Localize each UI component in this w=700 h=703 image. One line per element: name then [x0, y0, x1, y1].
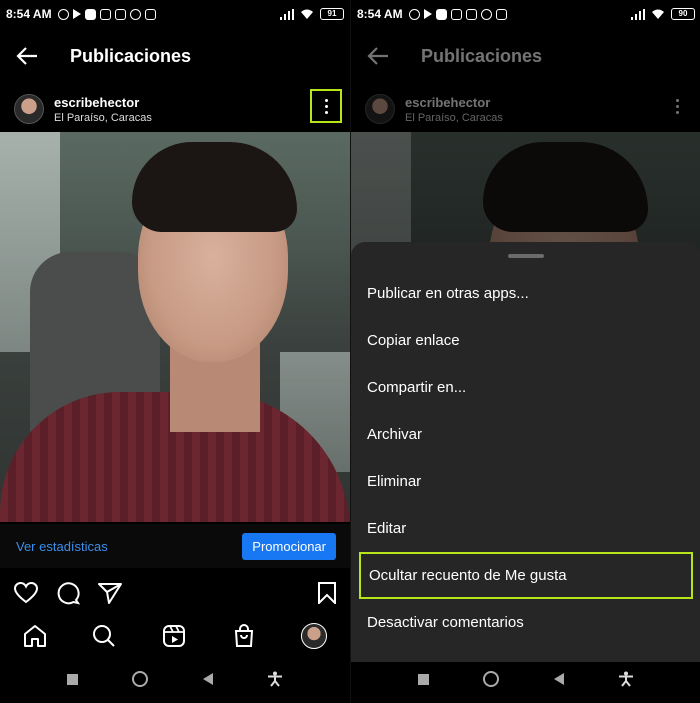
- upload-icon: [84, 8, 96, 20]
- system-nav-bar: [351, 662, 700, 696]
- username: escribehector: [405, 94, 491, 110]
- instagram-icon: [114, 8, 126, 20]
- top-bar: Publicaciones: [0, 34, 350, 78]
- like-heart-icon[interactable]: [14, 582, 38, 604]
- android-icon: [99, 8, 111, 20]
- page-title: Publicaciones: [70, 45, 192, 66]
- menu-item-edit[interactable]: Editar: [351, 505, 700, 552]
- accessibility-icon[interactable]: [618, 671, 634, 687]
- more-options-icon: [661, 89, 693, 123]
- accessibility-icon[interactable]: [267, 671, 283, 687]
- shop-bag-icon[interactable]: [232, 624, 256, 648]
- home-icon[interactable]: [23, 624, 47, 648]
- android-icon: [450, 8, 462, 20]
- post-header: escribehector El Paraíso, Caracas: [0, 88, 350, 130]
- screen-icon: [144, 8, 156, 20]
- status-bar: 8:54 AM 90: [351, 0, 700, 28]
- wifi-icon: [652, 9, 664, 19]
- avatar[interactable]: [14, 94, 44, 124]
- username[interactable]: escribehector: [54, 95, 152, 110]
- menu-item-share-to[interactable]: Compartir en...: [351, 364, 700, 411]
- reels-icon[interactable]: [162, 624, 186, 648]
- post-screen: 8:54 AM 91 Publicaciones escribehector E…: [0, 0, 350, 703]
- battery-icon: 90: [671, 8, 695, 20]
- post-header: escribehector El Paraíso, Caracas: [351, 88, 700, 130]
- recents-button[interactable]: [67, 673, 79, 685]
- menu-item-turn-off-comments[interactable]: Desactivar comentarios: [351, 599, 700, 646]
- bookmark-icon[interactable]: [318, 582, 336, 604]
- insights-bar: Ver estadísticas Promocionar: [0, 524, 350, 568]
- menu-item-copy-link[interactable]: Copiar enlace: [351, 317, 700, 364]
- menu-item-hide-like-count[interactable]: Ocultar recuento de Me gusta: [359, 552, 693, 599]
- promote-button[interactable]: Promocionar: [242, 532, 336, 560]
- bottom-tab-bar: [0, 616, 350, 656]
- post-photo[interactable]: [0, 132, 350, 522]
- recents-button[interactable]: [418, 673, 430, 685]
- menu-item-delete[interactable]: Eliminar: [351, 458, 700, 505]
- profile-tab-avatar[interactable]: [301, 623, 328, 649]
- location[interactable]: El Paraíso, Caracas: [54, 112, 152, 124]
- play-store-icon: [423, 9, 432, 19]
- search-icon[interactable]: [92, 624, 116, 648]
- more-options-icon[interactable]: [310, 89, 342, 123]
- options-menu: Publicar en otras apps... Copiar enlace …: [351, 270, 700, 646]
- view-insights-link[interactable]: Ver estadísticas: [16, 539, 108, 554]
- battery-icon: 91: [320, 8, 344, 20]
- home-button[interactable]: [483, 671, 500, 687]
- wifi-icon: [301, 9, 313, 19]
- comment-icon[interactable]: [56, 581, 80, 605]
- back-arrow-icon[interactable]: [12, 41, 42, 71]
- options-bottom-sheet: Publicar en otras apps... Copiar enlace …: [351, 242, 700, 662]
- status-time: 8:54 AM: [6, 7, 52, 21]
- avatar: [365, 94, 395, 124]
- message-notification-icon: [408, 8, 420, 20]
- whatsapp-icon: [480, 8, 492, 20]
- menu-item-archive[interactable]: Archivar: [351, 411, 700, 458]
- location: El Paraíso, Caracas: [405, 111, 503, 124]
- back-button[interactable]: [202, 673, 213, 685]
- whatsapp-icon: [129, 8, 141, 20]
- options-screen: 8:54 AM 90 Publicaciones escribehector E…: [350, 0, 700, 703]
- screen-icon: [495, 8, 507, 20]
- status-time: 8:54 AM: [357, 7, 403, 21]
- system-nav-bar: [0, 662, 350, 696]
- upload-icon: [435, 8, 447, 20]
- signal-icon: [631, 8, 645, 20]
- share-send-icon[interactable]: [98, 582, 122, 604]
- menu-item-share-other-apps[interactable]: Publicar en otras apps...: [351, 270, 700, 317]
- page-title: Publicaciones: [421, 45, 543, 66]
- home-button[interactable]: [132, 671, 149, 687]
- instagram-icon: [465, 8, 477, 20]
- back-arrow-icon: [363, 41, 393, 71]
- message-notification-icon: [57, 8, 69, 20]
- signal-icon: [280, 8, 294, 20]
- post-actions: [0, 576, 350, 610]
- back-button[interactable]: [553, 673, 564, 685]
- top-bar: Publicaciones: [351, 34, 700, 78]
- sheet-drag-handle[interactable]: [508, 254, 544, 258]
- status-bar: 8:54 AM 91: [0, 0, 350, 28]
- play-store-icon: [72, 9, 81, 19]
